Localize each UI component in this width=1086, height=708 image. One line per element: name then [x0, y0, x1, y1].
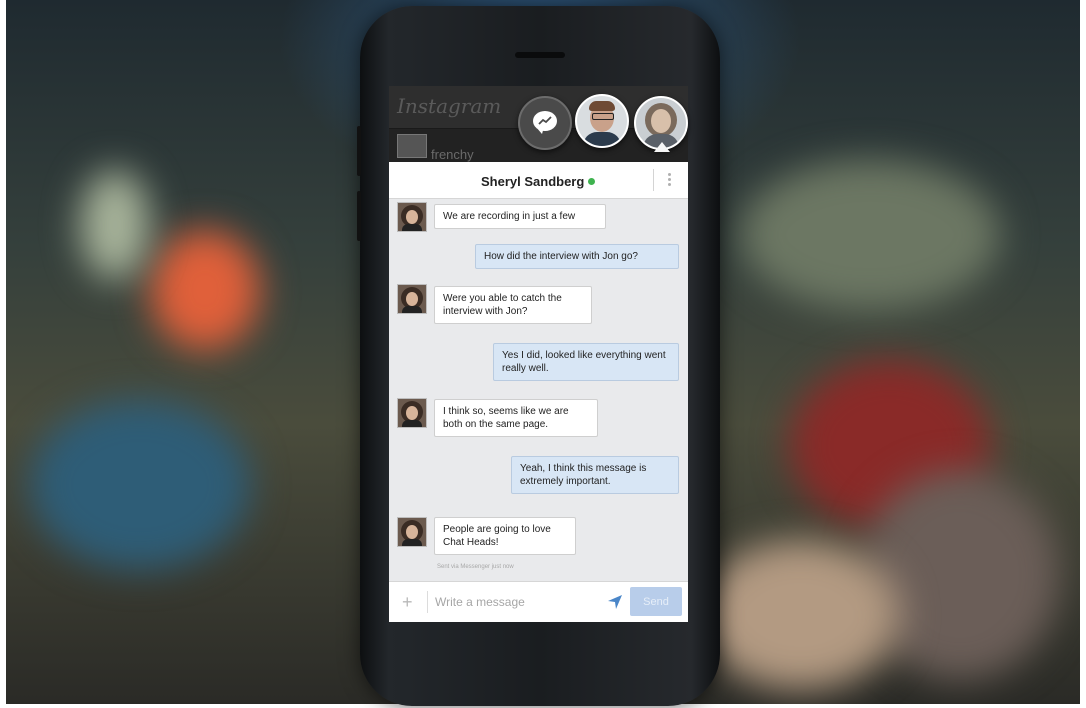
wall-blur [740, 160, 1000, 310]
header-divider [653, 169, 654, 191]
contact-name[interactable]: Sheryl Sandberg [481, 174, 584, 189]
table-blur [700, 540, 900, 690]
frame-edge-right [1080, 0, 1086, 708]
message-outgoing: Yeah, I think this message is extremely … [511, 456, 679, 494]
man-hair [589, 101, 615, 111]
message-outgoing: How did the interview with Jon go? [475, 244, 679, 269]
messenger-chat-head[interactable] [518, 96, 572, 150]
messenger-bolt-icon [538, 116, 552, 125]
man-glasses [592, 113, 614, 120]
location-arrow-icon[interactable] [607, 594, 623, 610]
window-blur [80, 170, 150, 280]
instagram-logo: Instagram [397, 94, 502, 118]
message-composer: + Send [389, 581, 688, 622]
chat-head-man[interactable] [575, 94, 629, 148]
message-incoming: People are going to love Chat Heads! [434, 517, 576, 555]
frame-edge-left [0, 0, 6, 708]
send-button[interactable]: Send [630, 587, 682, 616]
message-incoming: Were you able to catch the interview wit… [434, 286, 592, 324]
chat-window: Sheryl Sandberg We are recording in just… [389, 162, 688, 622]
chat-header: Sheryl Sandberg [389, 162, 688, 199]
contact-avatar[interactable] [397, 517, 427, 547]
phone-speaker [515, 52, 565, 58]
lamp-blur [150, 230, 260, 350]
chair-blur [30, 400, 250, 570]
hand-blur [860, 470, 1060, 680]
message-incoming: We are recording in just a few [434, 204, 606, 229]
message-input[interactable] [435, 591, 595, 613]
volume-down-button [357, 191, 361, 241]
message-outgoing: Yes I did, looked like everything went r… [493, 343, 679, 381]
contact-avatar[interactable] [397, 398, 427, 428]
message-incoming: I think so, seems like we are both on th… [434, 399, 598, 437]
volume-up-button [357, 126, 361, 176]
woman-face [651, 109, 671, 133]
man-shirt [583, 132, 621, 146]
composer-divider [427, 591, 428, 613]
message-status: Sent via Messenger just now [437, 564, 514, 570]
plus-icon[interactable]: + [402, 592, 413, 613]
overflow-menu-icon[interactable] [668, 173, 671, 187]
contact-avatar[interactable] [397, 202, 427, 232]
contact-avatar[interactable] [397, 284, 427, 314]
feed-username: frenchy [431, 147, 474, 162]
chat-head-pointer [654, 142, 670, 152]
feed-thumbnail [397, 134, 427, 158]
online-status-dot [588, 178, 595, 185]
